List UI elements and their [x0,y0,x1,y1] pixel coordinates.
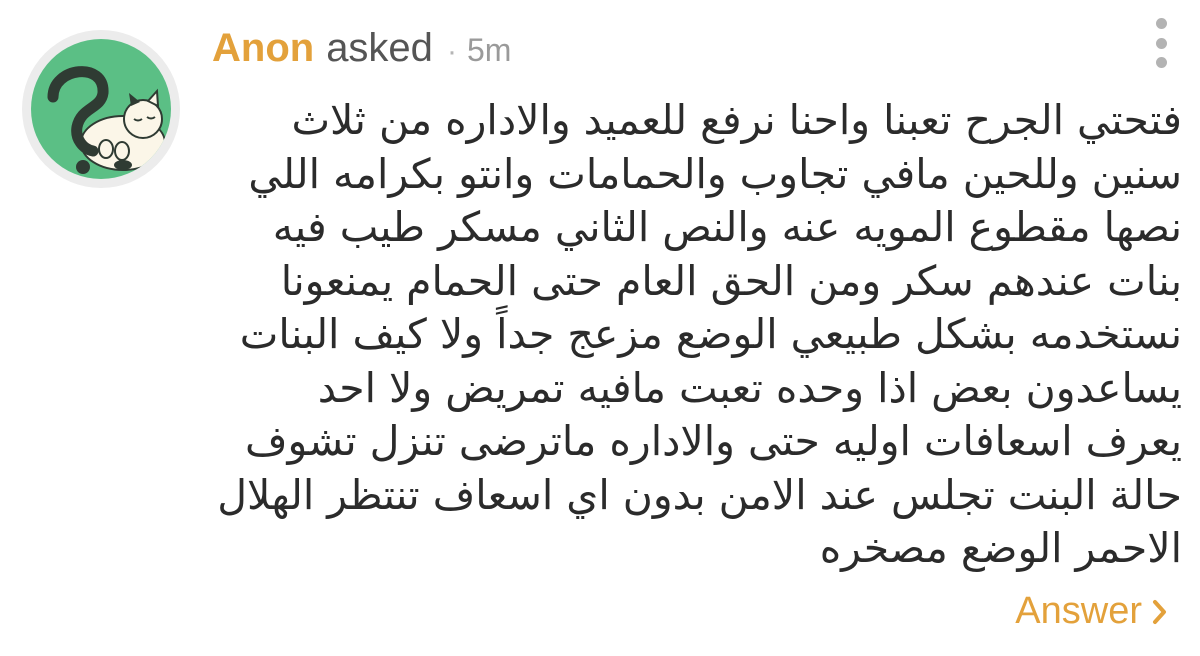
question-card: Anon asked · 5m فتحتي الجرح تعبنا واحنا … [0,0,1200,656]
question-line: فتحتي الجرح تعبنا واحنا نرفع للعميد والا… [291,96,1182,144]
avatar[interactable] [22,30,180,188]
more-vertical-icon[interactable] [1148,18,1174,68]
answer-button[interactable]: Answer [1015,590,1168,633]
question-text: فتحتي الجرح تعبنا واحنا نرفع للعميد والا… [212,94,1182,576]
timestamp: 5m [466,32,512,68]
answer-label: Answer [1015,590,1142,632]
question-line: بنات عندهم سكر ومن الحق العام حتى الحمام… [280,256,1182,305]
menu-dot [1155,37,1167,49]
question-line: نستخدمه بشكل طبيعي الوضع مزعج جداً ولا ك… [239,310,1182,358]
separator-dot: · [446,35,457,68]
question-header: Anon asked · 5m [212,26,511,86]
question-line: يعرف اسعافات اوليه حتى والاداره ماترضى ت… [244,417,1182,465]
question-line: يساعدون بعض اذا وحده تعبت مافيه تمريض ول… [317,363,1182,412]
chevron-right-icon [1153,599,1166,624]
question-line: حالة البنت تجلس عند الامن بدون اي اسعاف … [217,470,1182,519]
asked-label: asked [326,26,433,70]
question-line: سنين وللحين مافي تجاوب والحمامات وانتو ب… [248,149,1182,198]
question-line: الاحمر الوضع مصخره [819,524,1182,572]
question-line: نصها مقطوع المويه عنه والنص الثاني مسكر … [272,203,1182,251]
menu-dot [1155,18,1167,29]
menu-dot [1155,57,1167,68]
question-mark-cat-icon [31,39,171,179]
asker-name[interactable]: Anon [212,26,314,71]
